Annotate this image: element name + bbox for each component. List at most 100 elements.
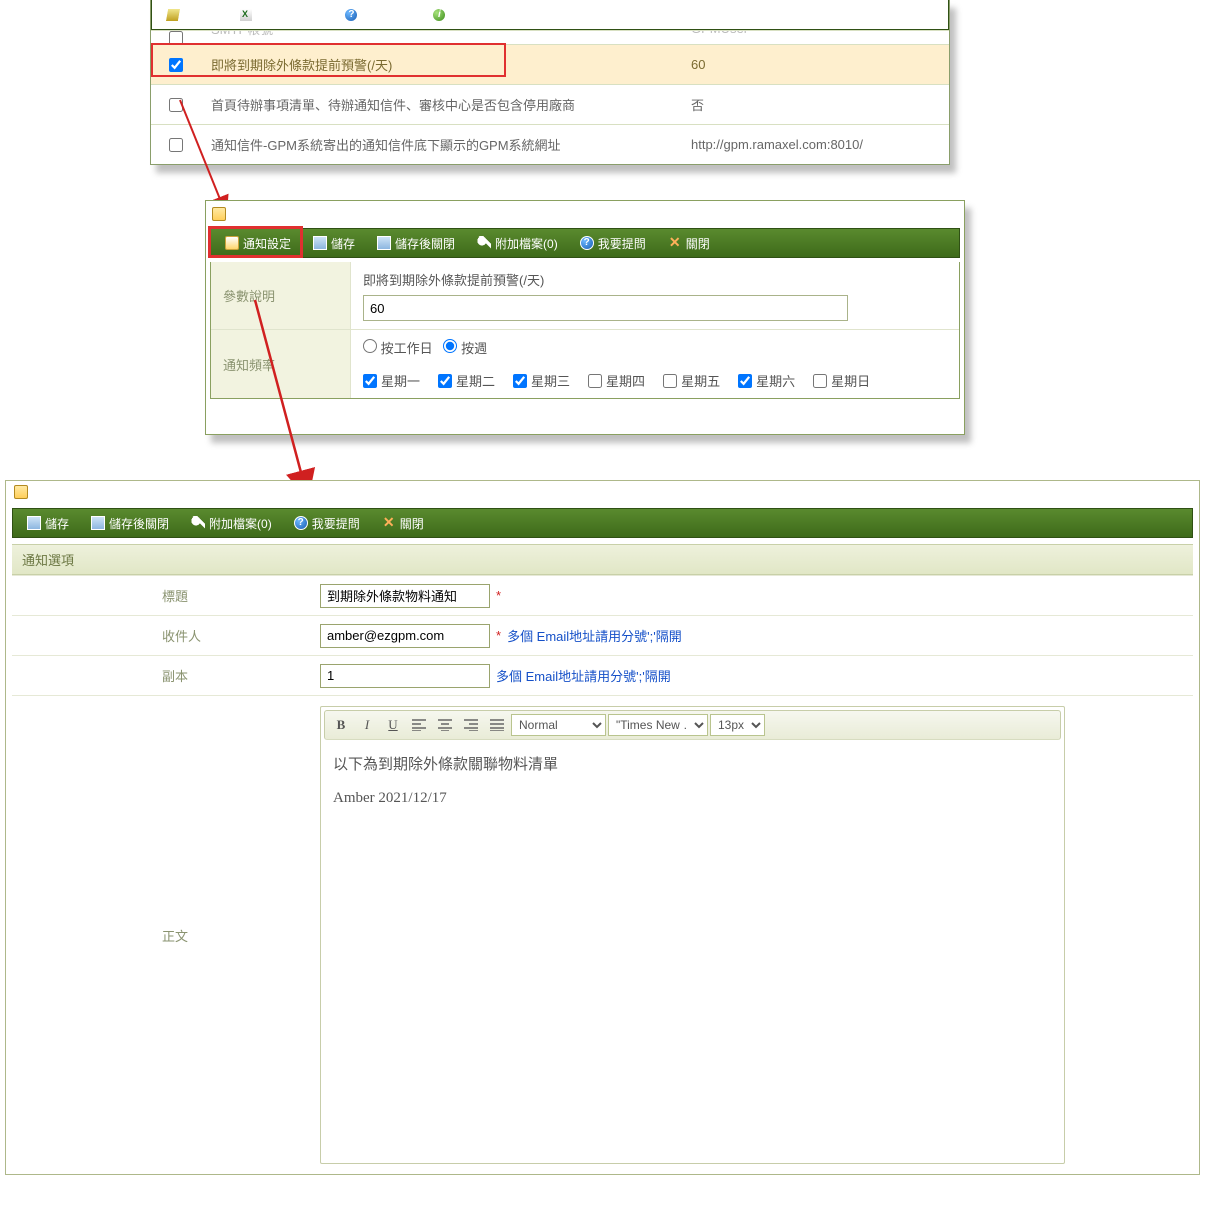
edit-button[interactable]: 修改 (158, 4, 216, 25)
panel2-toolbar: 通知設定 儲存 儲存後關閉 附加檔案(0) ?我要提問 ✕關閉 (210, 228, 960, 258)
ask-button[interactable]: ?我要提問 (572, 233, 654, 254)
question-icon: ? (344, 8, 358, 22)
section-title: 通知選項 (12, 544, 1193, 575)
grid-row[interactable]: SMTP帳號 GPMUser (151, 30, 949, 44)
rte-align-right-button[interactable] (459, 714, 483, 736)
rte-align-left-button[interactable] (407, 714, 431, 736)
rte-toolbar: B I U (324, 710, 1061, 740)
weekday-checkbox[interactable]: 星期四 (588, 371, 645, 390)
rte-align-justify-button[interactable] (485, 714, 509, 736)
rte-format-select[interactable]: Normal (511, 714, 606, 736)
export-excel-button[interactable]: 匯出至Excel (231, 4, 330, 25)
panel3-toolbar: 儲存 儲存後關閉 附加檔案(0) ?我要提問 ✕關閉 (12, 508, 1193, 538)
richtext-editor: B I U (320, 706, 1065, 1164)
row-value: 否 (691, 95, 949, 114)
save-button[interactable]: 儲存 (305, 233, 363, 254)
card-icon (225, 236, 239, 250)
help-button[interactable]: i線上說明 (424, 4, 506, 25)
rte-bold-button[interactable]: B (329, 714, 353, 736)
rte-font-select[interactable]: "Times New … (608, 714, 708, 736)
save-icon (27, 516, 41, 530)
weekday-checkbox[interactable]: 星期二 (438, 371, 495, 390)
attach-button[interactable]: 附加檔案(0) (183, 513, 280, 534)
weekday-checkbox-input[interactable] (363, 374, 377, 388)
grid-row[interactable]: 通知信件-GPM系統寄出的通知信件底下顯示的GPM系統網址 http://gpm… (151, 124, 949, 164)
row-value: GPMUser (691, 30, 949, 36)
rte-italic-button[interactable]: I (355, 714, 379, 736)
title-label: 標題 (12, 576, 312, 615)
weekday-checkbox[interactable]: 星期三 (513, 371, 570, 390)
weekday-checkbox[interactable]: 星期一 (363, 371, 420, 390)
cc-label: 副本 (12, 656, 312, 695)
row-value: http://gpm.ramaxel.com:8010/ (691, 137, 949, 152)
save-icon (313, 236, 327, 250)
ask-button[interactable]: ?我要提問 (286, 513, 368, 534)
weekday-checkbox[interactable]: 星期六 (738, 371, 795, 390)
save-close-button[interactable]: 儲存後關閉 (83, 513, 177, 534)
notify-freq-label: 通知頻率 (211, 330, 351, 398)
weekday-checkbox-input[interactable] (663, 374, 677, 388)
toolbar-separator (226, 5, 227, 25)
save-icon (91, 516, 105, 530)
info-icon: i (432, 8, 446, 22)
weekday-checkbox[interactable]: 星期日 (813, 371, 870, 390)
email-hint: 多個 Email地址請用分號';'隔開 (507, 626, 682, 645)
to-label: 收件人 (12, 616, 312, 655)
grid-row[interactable]: 首頁待辦事項清單、待辦通知信件、審核中心是否包含停用廠商 否 (151, 84, 949, 124)
settings-grid: 修改 匯出至Excel ?我要提問 i線上說明 SMTP帳號 GPMUser 即… (150, 0, 950, 165)
param-value-input[interactable] (363, 295, 848, 321)
notify-options-panel: 儲存 儲存後關閉 附加檔案(0) ?我要提問 ✕關閉 通知選項 標題 * 收件人… (5, 480, 1200, 1175)
required-marker: * (496, 588, 501, 603)
rte-size-select[interactable]: 13px (710, 714, 765, 736)
param-desc-label: 參數說明 (211, 262, 351, 329)
row-value: 60 (691, 57, 949, 72)
weekday-checkbox[interactable]: 星期五 (663, 371, 720, 390)
question-icon: ? (294, 516, 308, 530)
cc-input[interactable] (320, 664, 490, 688)
weekday-checkboxes: 星期一 星期二 星期三 星期四 星期五 星期六 星期日 (363, 371, 947, 390)
highlight-box (151, 43, 506, 77)
rte-body[interactable]: 以下為到期除外條款關聯物料清單 Amber 2021/12/17 (321, 743, 1064, 1163)
attach-button[interactable]: 附加檔案(0) (469, 233, 566, 254)
freq-mode-workday[interactable]: 按工作日 (363, 341, 433, 356)
weekday-checkbox-input[interactable] (438, 374, 452, 388)
close-icon: ✕ (382, 516, 396, 530)
title-input[interactable] (320, 584, 490, 608)
rte-align-center-button[interactable] (433, 714, 457, 736)
weekday-checkbox-input[interactable] (813, 374, 827, 388)
save-icon (377, 236, 391, 250)
weekday-checkbox-input[interactable] (513, 374, 527, 388)
rte-underline-button[interactable]: U (381, 714, 405, 736)
body-label: 正文 (12, 696, 312, 1174)
weekday-checkbox-input[interactable] (738, 374, 752, 388)
magnifier-icon (191, 516, 205, 530)
edit-icon (165, 8, 181, 22)
panel-icon (14, 485, 28, 499)
panel-icon (212, 207, 226, 221)
notify-settings-button[interactable]: 通知設定 (217, 233, 299, 254)
ask-button[interactable]: ?我要提問 (336, 4, 418, 25)
grid-toolbar: 修改 匯出至Excel ?我要提問 i線上說明 (151, 0, 949, 30)
grid-row-selected[interactable]: 即將到期除外條款提前預警(/天) 60 (151, 44, 949, 84)
save-close-button[interactable]: 儲存後關閉 (369, 233, 463, 254)
magnifier-icon (477, 236, 491, 250)
row-checkbox[interactable] (169, 98, 183, 112)
close-button[interactable]: ✕關閉 (660, 233, 718, 254)
export-icon (239, 8, 253, 22)
required-marker: * (496, 628, 501, 643)
row-desc: 首頁待辦事項清單、待辦通知信件、審核中心是否包含停用廠商 (201, 95, 691, 114)
row-checkbox[interactable] (169, 138, 183, 152)
close-icon: ✕ (668, 236, 682, 250)
save-button[interactable]: 儲存 (19, 513, 77, 534)
param-desc-text: 即將到期除外條款提前預警(/天) (363, 270, 947, 289)
row-checkbox[interactable] (169, 31, 183, 45)
row-desc: SMTP帳號 (201, 30, 691, 38)
row-desc: 通知信件-GPM系統寄出的通知信件底下顯示的GPM系統網址 (201, 135, 691, 154)
email-hint: 多個 Email地址請用分號';'隔開 (496, 666, 671, 685)
close-button[interactable]: ✕關閉 (374, 513, 432, 534)
weekday-checkbox-input[interactable] (588, 374, 602, 388)
question-icon: ? (580, 236, 594, 250)
notify-edit-panel: 通知設定 儲存 儲存後關閉 附加檔案(0) ?我要提問 ✕關閉 參數說明 即將到… (205, 200, 965, 435)
to-input[interactable] (320, 624, 490, 648)
freq-mode-weekly[interactable]: 按週 (443, 341, 487, 356)
